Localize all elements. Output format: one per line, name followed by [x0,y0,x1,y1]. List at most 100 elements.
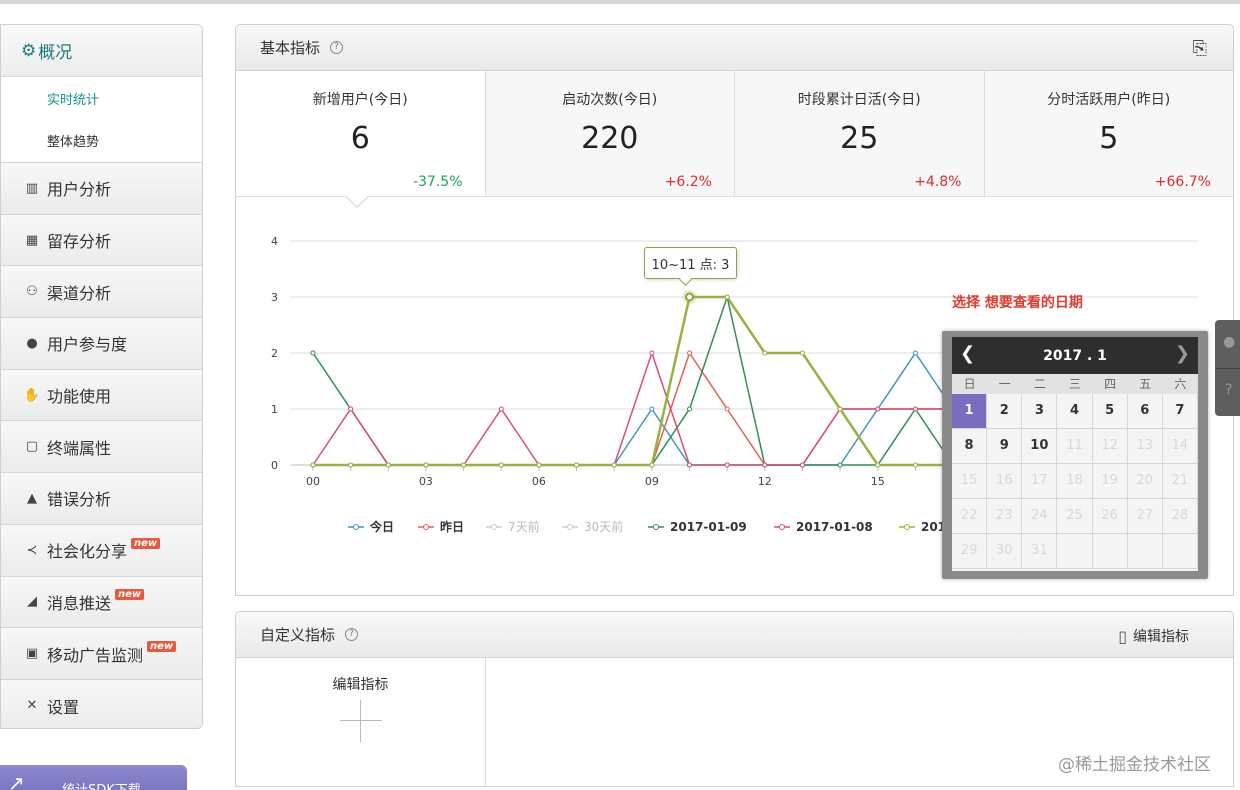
trend-chart-icon: ↗ [8,771,25,790]
data-point [498,462,504,468]
metric-label: 启动次数(今日) [562,92,658,108]
data-point [687,406,692,412]
add-metric-tile[interactable]: 编辑指标 [236,658,486,786]
metric-daily-active[interactable]: 时段累计日活(今日) 25 +4.8% [735,71,985,196]
share-icon: ≺ [26,542,38,558]
help-icon[interactable]: ? [345,628,359,641]
data-point [724,294,730,300]
sidebar-item-4[interactable]: ✋ 功能使用 [1,369,202,422]
calendar-day[interactable]: 10 [1022,429,1058,464]
sidebar-item-9[interactable]: ▣ 移动广告监测 new [1,628,202,680]
metrics-row: 新增用户(今日) 6 -37.5% 启动次数(今日) 220 +6.2% 时段累… [236,71,1233,197]
legend-label: 30天前 [584,519,623,534]
sidebar-item-label: 移动广告监测 [47,645,144,665]
sidebar-item-8[interactable]: ◢ 消息推送 new [1,576,202,629]
chat-icon[interactable]: ● [1223,334,1235,350]
data-point [912,350,918,356]
calendar-day[interactable]: 3 [1022,394,1058,429]
plus-icon [340,700,382,742]
y-tick-label: 3 [271,291,278,304]
y-tick-label: 1 [271,403,278,416]
sidebar-item-2[interactable]: ⚇ 渠道分析 [1,266,202,319]
calendar-day[interactable]: 8 [952,429,988,464]
calendar-day: 30 [987,534,1023,569]
calendar-day: 27 [1127,499,1163,534]
hand-icon: ✋ [23,387,41,403]
calendar-day[interactable]: 2 [987,394,1023,429]
watermark: @稀土掘金技术社区 [1058,755,1211,775]
metric-label: 分时活跃用户(昨日) [1047,92,1171,108]
basic-metrics-panel: 基本指标 ? ⎘ 新增用户(今日) 6 -37.5% 启动次数(今日) 220 … [235,24,1234,596]
sidebar-header-overview[interactable]: ⚙ 概况 [1,25,202,77]
metric-value: 220 [581,121,639,156]
export-icon[interactable]: ⎘ [1193,38,1207,59]
metric-new-users[interactable]: 新增用户(今日) 6 -37.5% [236,71,486,196]
calendar-day: 13 [1127,429,1163,464]
calendar-day: 21 [1162,464,1198,499]
metric-change: +6.2% [664,174,712,190]
data-point [875,406,881,412]
legend-label: 2017-01-08 [796,520,873,534]
sidebar-item-0[interactable]: ▥ 用户分析 [1,163,202,215]
edit-metrics-label: 编辑指标 [1133,629,1189,645]
legend-label: 昨日 [440,519,464,534]
data-point [799,350,805,356]
calendar-day: 19 [1092,464,1128,499]
legend-marker [491,524,497,530]
warning-icon: ▲ [27,490,37,506]
tools-icon: ✕ [26,698,38,714]
sidebar-item-3[interactable]: ● 用户参与度 [1,318,202,370]
calendar-day: 14 [1162,429,1198,464]
data-point [724,462,730,468]
sidebar-item-label: 功能使用 [47,387,112,407]
calendar-day: 24 [1022,499,1058,534]
x-tick-label: 12 [758,475,772,488]
calendar-day: 20 [1127,464,1163,499]
calendar-day [1092,534,1128,569]
help-icon[interactable]: ? [330,41,344,54]
calendar-day: 23 [987,499,1023,534]
data-point [649,406,655,412]
weekday-label: 六 [1174,377,1187,391]
chevron-left-icon[interactable]: ❮ [960,343,975,364]
x-tick-label: 09 [645,475,659,488]
edit-metrics-button[interactable]: ▯ 编辑指标 [1118,626,1189,646]
calendar-day[interactable]: 5 [1092,394,1128,429]
sidebar-item-10[interactable]: ✕ 设置 [1,679,202,728]
data-point [649,462,655,468]
grid-icon: ▦ [25,232,39,248]
sidebar-sub-trend[interactable]: 整体趋势 [1,119,202,161]
question-icon[interactable]: ? [1225,382,1232,398]
calendar-day[interactable]: 6 [1127,394,1163,429]
chevron-right-icon[interactable]: ❯ [1175,343,1190,364]
sdk-download-button[interactable]: ↗ 统计SDK下载 [0,765,187,790]
chart-tooltip: 10~11 点: 3 [644,247,737,279]
send-icon: ◢ [27,594,37,610]
data-point [385,462,391,468]
legend-marker [353,524,359,530]
calendar-title: 2017 . 1 [1043,347,1107,364]
calendar-day[interactable]: 9 [987,429,1023,464]
y-tick-label: 0 [271,459,278,472]
sidebar-item-1[interactable]: ▦ 留存分析 [1,214,202,267]
weekday-label: 四 [1104,377,1117,391]
sidebar-item-label: 终端属性 [47,438,112,458]
calendar-day[interactable]: 4 [1057,394,1093,429]
new-badge: new [115,589,145,601]
calendar-day[interactable]: 1 [952,394,988,429]
sidebar-item-7[interactable]: ≺ 社会化分享 new [1,524,202,577]
data-point [912,462,918,468]
legend-label: 2017-01-09 [670,520,747,534]
sidebar-sub-realtime[interactable]: 实时统计 [1,77,202,119]
sidebar-item-6[interactable]: ▲ 错误分析 [1,473,202,525]
metric-hourly-active[interactable]: 分时活跃用户(昨日) 5 +66.7% [984,71,1233,196]
metric-change: +4.8% [914,174,962,190]
metric-launches[interactable]: 启动次数(今日) 220 +6.2% [485,71,735,196]
calendar-day: 28 [1162,499,1198,534]
sidebar-item-5[interactable]: ▢ 终端属性 [1,421,202,474]
calendar-day: 11 [1057,429,1093,464]
calendar-day[interactable]: 7 [1162,394,1198,429]
data-point [762,462,768,468]
calendar-day [1127,534,1163,569]
data-point [574,462,580,468]
